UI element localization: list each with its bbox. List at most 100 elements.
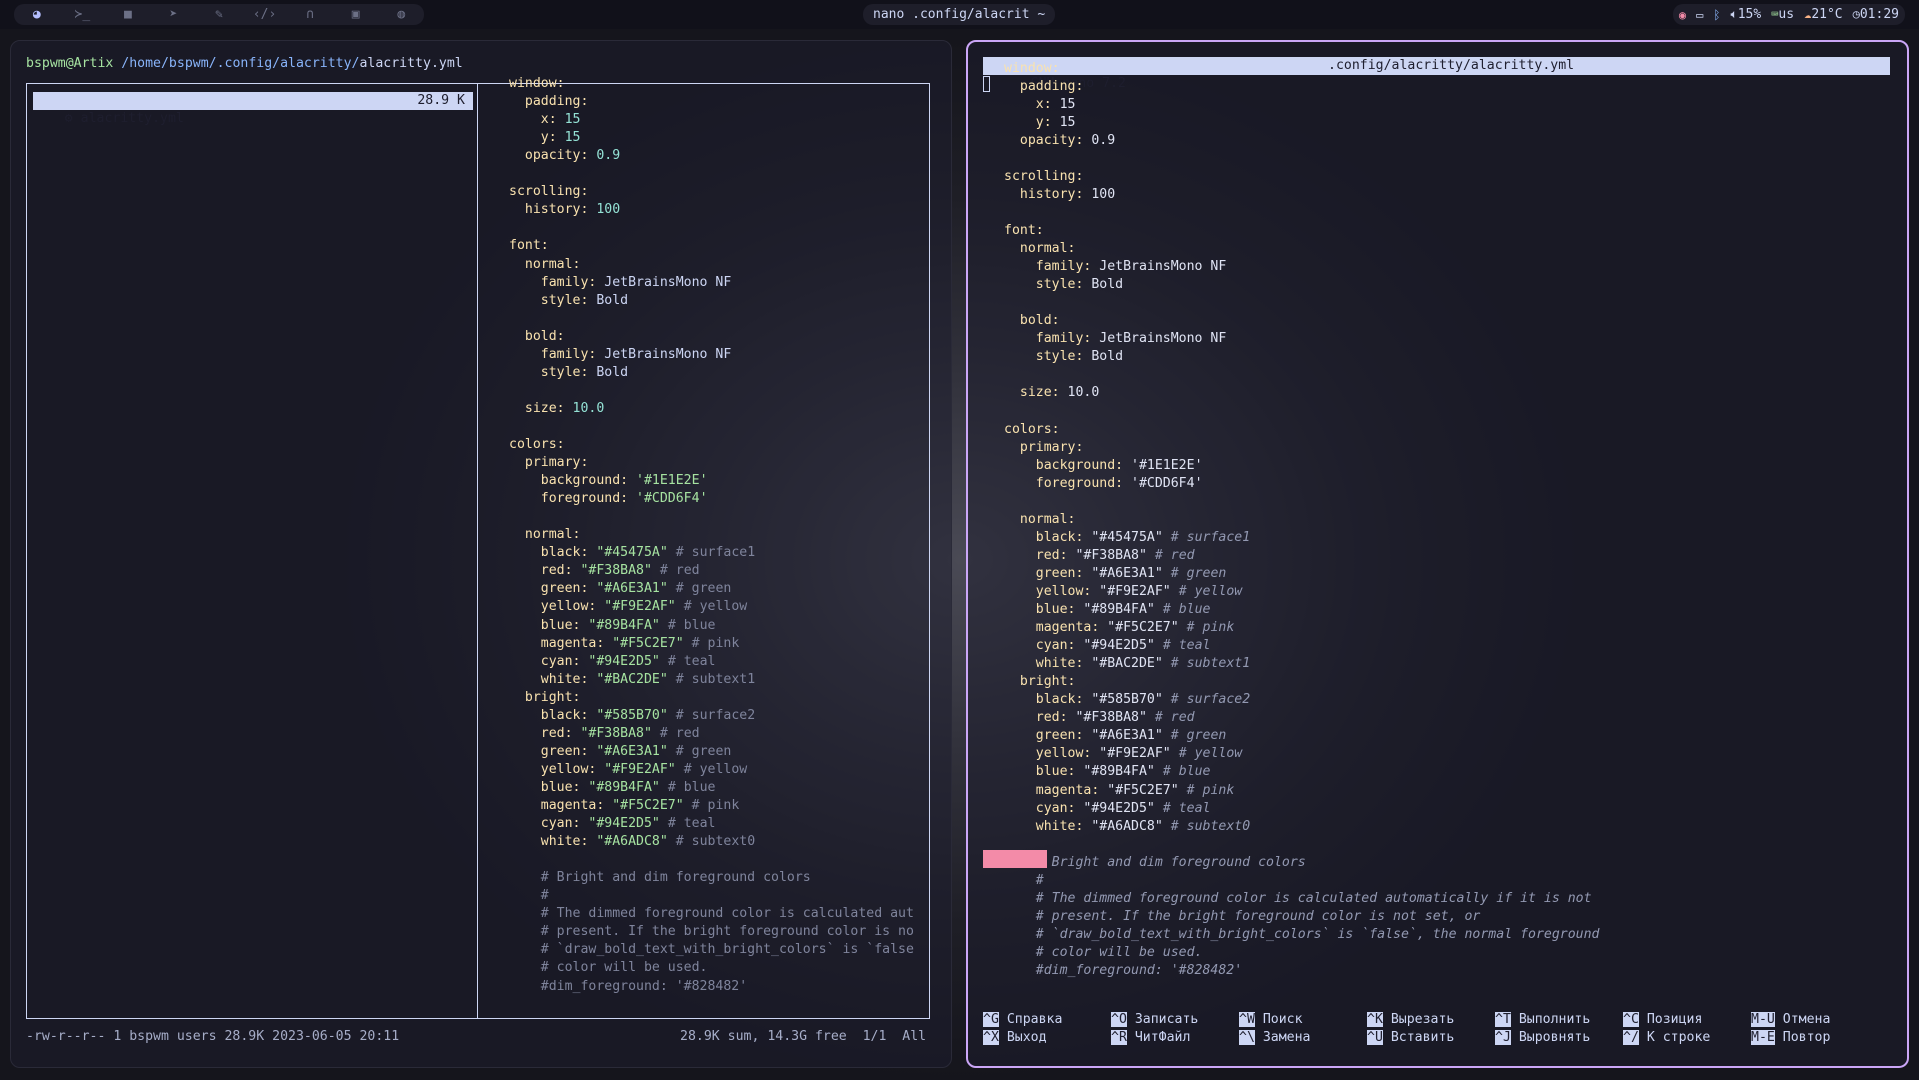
code-line: yellow: "#F9E2AF" # yellow bbox=[1004, 746, 1243, 762]
code-line: style: Bold bbox=[1004, 277, 1124, 293]
code-line: size: 10.0 bbox=[509, 400, 605, 416]
code-line: history: 100 bbox=[509, 202, 621, 218]
shortcut-вырезать[interactable]: ^K Вырезать bbox=[1367, 1011, 1454, 1029]
code-line: #dim_foreground: '#828482' bbox=[1004, 963, 1243, 978]
shortcut-записать[interactable]: ^O Записать bbox=[1111, 1011, 1198, 1029]
code-line: red: "#F38BA8" # red bbox=[1004, 547, 1195, 563]
code-line: green: "#A6E3A1" # green bbox=[1004, 728, 1227, 744]
code-line: # Bright and dim foreground colors bbox=[509, 870, 811, 886]
terminal-icon[interactable]: ≻_ bbox=[60, 7, 106, 22]
clock[interactable]: ◷01:29 bbox=[1853, 7, 1899, 22]
shortcut-справка[interactable]: ^G Справка bbox=[983, 1011, 1062, 1029]
file-size: 28.9 K bbox=[417, 93, 465, 108]
shortcut-label: Выполнить bbox=[1510, 1012, 1591, 1027]
code-line: green: "#A6E3A1" # green bbox=[509, 743, 732, 759]
shortcut-повтор[interactable]: M-E Повтор bbox=[1751, 1029, 1830, 1047]
code-line: opacity: 0.9 bbox=[1004, 132, 1116, 148]
bluetooth-icon[interactable]: ᛒ bbox=[1713, 8, 1720, 22]
folder-icon[interactable]: ■ bbox=[105, 7, 151, 22]
shortcut-замена[interactable]: ^\ Замена bbox=[1239, 1029, 1310, 1047]
shortcut-label: Повтор bbox=[1774, 1030, 1831, 1045]
code-line: cyan: "#94E2D5" # teal bbox=[509, 653, 716, 669]
volume-status[interactable]: 🔈︎15% bbox=[1731, 7, 1762, 22]
code-line: style: Bold bbox=[509, 292, 629, 308]
code-line: yellow: "#F9E2AF" # yellow bbox=[1004, 583, 1243, 599]
shortcut-отмена[interactable]: M-U Отмена bbox=[1751, 1011, 1830, 1029]
code-line: red: "#F38BA8" # red bbox=[509, 725, 700, 741]
workspace-switcher: ◕ ≻_ ■ ➤ ✎ ‹/› ∩ ▣ ◍ bbox=[14, 4, 424, 25]
shortcut-выход[interactable]: ^X Выход bbox=[983, 1029, 1047, 1047]
shortcut-label: Замена bbox=[1254, 1030, 1311, 1045]
code-line: family: JetBrainsMono NF bbox=[509, 274, 732, 290]
selection-highlight bbox=[983, 850, 1047, 868]
app-icon[interactable]: ◉ bbox=[1679, 8, 1686, 22]
shortcut-выровнять[interactable]: ^J Выровнять bbox=[1495, 1029, 1590, 1047]
shortcut-key: ^J bbox=[1495, 1030, 1511, 1045]
code-line: # color will be used. bbox=[509, 960, 708, 976]
code-icon[interactable]: ‹/› bbox=[242, 7, 288, 22]
code-line: white: "#BAC2DE" # subtext1 bbox=[1004, 656, 1251, 672]
code-line: background: '#1E1E2E' bbox=[509, 473, 708, 489]
file-manager-terminal[interactable]: bspwm@Artix /home/bspwm/.config/alacritt… bbox=[10, 40, 952, 1068]
code-line: opacity: 0.9 bbox=[509, 148, 621, 164]
shortcut-поиск[interactable]: ^W Поиск bbox=[1239, 1011, 1303, 1029]
keyboard-layout[interactable]: ⌨us bbox=[1771, 7, 1794, 22]
globe-icon[interactable]: ◍ bbox=[379, 7, 425, 22]
code-line: primary: bbox=[1004, 439, 1084, 455]
headphones-icon[interactable]: ∩ bbox=[287, 7, 333, 22]
volume-value: 15% bbox=[1737, 7, 1762, 22]
code-line: primary: bbox=[509, 455, 589, 471]
code-line: green: "#A6E3A1" # green bbox=[509, 581, 732, 597]
code-line: family: JetBrainsMono NF bbox=[1004, 259, 1227, 275]
prompt-user: bspwm@Artix bbox=[26, 56, 114, 71]
nano-filename: .config/alacritty/alacritty.yml bbox=[1328, 58, 1575, 73]
weather-status[interactable]: ☁21°C bbox=[1804, 7, 1843, 22]
code-line: bright: bbox=[509, 689, 581, 705]
telegram-icon[interactable]: ➤ bbox=[151, 7, 197, 22]
file-list-pane bbox=[26, 83, 478, 1019]
nano-editor-terminal[interactable]: GNU nano 7.2 .config/alacritty/alacritty… bbox=[966, 40, 1909, 1068]
code-line: style: Bold bbox=[509, 364, 629, 380]
code-line: blue: "#89B4FA" # blue bbox=[1004, 602, 1211, 617]
code-line: magenta: "#F5C2E7" # pink bbox=[509, 798, 740, 813]
code-line: bold: bbox=[509, 328, 565, 344]
shortcut-key: M-U bbox=[1751, 1012, 1775, 1027]
code-line: blue: "#89B4FA" # blue bbox=[509, 779, 716, 795]
disk-status: 28.9K sum, 14.3G free 1/1 All bbox=[680, 1029, 927, 1044]
shortcut-label: Выровнять bbox=[1510, 1030, 1591, 1045]
code-line: normal: bbox=[509, 527, 581, 543]
screen-icon[interactable]: ▭ bbox=[1696, 8, 1703, 22]
file-name: ⚙ alacritty.yml bbox=[64, 111, 184, 126]
shortcut-key: ^G bbox=[983, 1012, 999, 1027]
code-line: # The dimmed foreground color is calcula… bbox=[1004, 890, 1592, 906]
shortcut-key: ^C bbox=[1623, 1012, 1639, 1027]
brush-icon[interactable]: ✎ bbox=[196, 7, 242, 22]
arch-icon[interactable]: ◕ bbox=[14, 7, 60, 22]
code-line: bright: bbox=[1004, 674, 1076, 690]
code-line: padding: bbox=[1004, 78, 1084, 94]
shortcut-выполнить[interactable]: ^T Выполнить bbox=[1495, 1011, 1590, 1029]
shortcut-вставить[interactable]: ^U Вставить bbox=[1367, 1029, 1454, 1047]
code-line: padding: bbox=[509, 94, 589, 110]
code-line: normal: bbox=[1004, 511, 1076, 527]
code-line: scrolling: bbox=[1004, 168, 1084, 184]
code-line: family: JetBrainsMono NF bbox=[509, 346, 732, 362]
code-line: white: "#A6ADC8" # subtext0 bbox=[509, 834, 756, 850]
clock-icon: ◷ bbox=[1852, 7, 1860, 21]
shortcut-читфайл[interactable]: ^R ЧитФайл bbox=[1111, 1029, 1190, 1047]
code-line: yellow: "#F9E2AF" # yellow bbox=[509, 599, 748, 615]
text-cursor bbox=[983, 76, 990, 92]
image-icon[interactable]: ▣ bbox=[333, 7, 379, 22]
shortcut-key: ^/ bbox=[1623, 1030, 1639, 1045]
code-line: black: "#585B70" # surface2 bbox=[1004, 692, 1251, 708]
shortcut-позиция[interactable]: ^C Позиция bbox=[1623, 1011, 1702, 1029]
file-item-selected[interactable]: ⚙ alacritty.yml 28.9 K bbox=[33, 92, 473, 126]
shortcut-key: ^W bbox=[1239, 1012, 1255, 1027]
status-area: ◉ ▭ ᛒ 🔈︎15% ⌨us ☁21°C ◷01:29 bbox=[1672, 4, 1905, 25]
file-info-status: -rw-r--r-- 1 bspwm users 28.9K 2023-06-0… bbox=[26, 1029, 400, 1044]
shortcut-к-строке[interactable]: ^/ К строке bbox=[1623, 1029, 1710, 1047]
prompt-file: alacritty.yml bbox=[359, 56, 463, 71]
code-line: magenta: "#F5C2E7" # pink bbox=[509, 635, 740, 651]
code-line: #dim_foreground: '#828482' bbox=[509, 978, 748, 994]
code-line: cyan: "#94E2D5" # teal bbox=[509, 816, 716, 832]
